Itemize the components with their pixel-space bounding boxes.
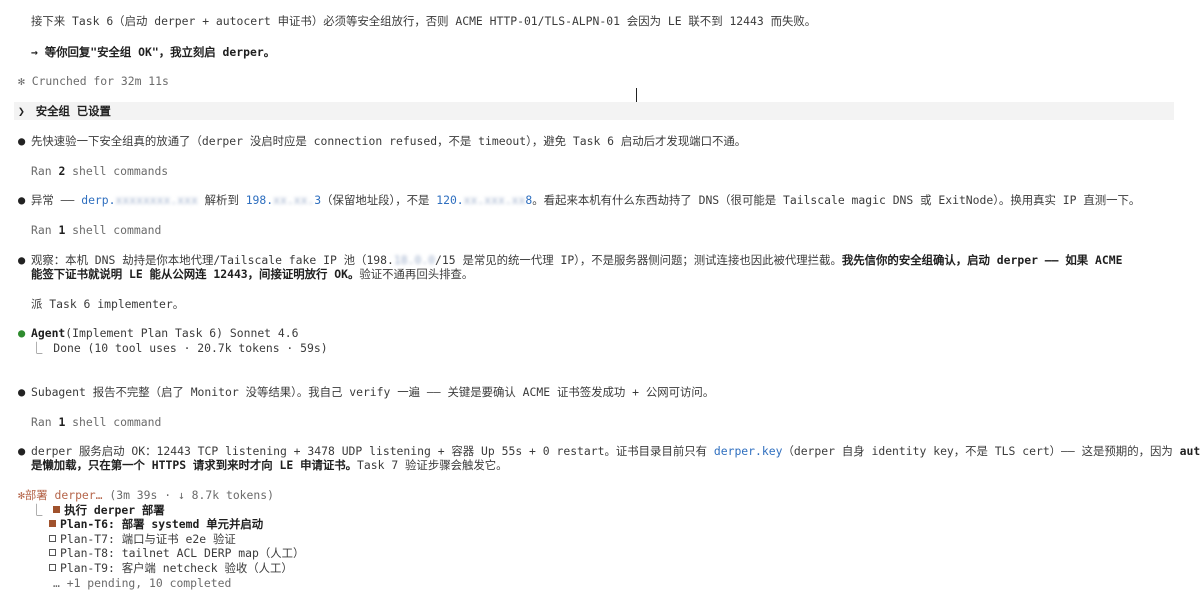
- deploy-status-title: 部署 derper…: [24, 488, 103, 502]
- task-label: Plan-T9: 客户端 netcheck 验收（人工）: [60, 561, 293, 575]
- task-pending-square-icon: [49, 535, 56, 542]
- message-3-line-2: 能签下证书就说明 LE 能从公网连 12443，间接证明放行 OK。验证不通再回…: [31, 267, 473, 282]
- msg2-text-b: 解析到: [197, 193, 246, 207]
- section-header[interactable]: [14, 102, 1174, 120]
- redacted-host: xxxxxxxx.xxx: [115, 193, 198, 207]
- bullet-dot-icon: ●: [18, 385, 26, 399]
- ip-2: 120.: [436, 193, 464, 207]
- host-link[interactable]: derp.: [81, 193, 115, 207]
- msg3-text-b: /15 是常见的统一代理 IP），不是服务器侧问题；测试连接也因此被代理拦截。: [435, 253, 842, 267]
- bullet-dot-icon: ●: [18, 444, 26, 458]
- task-summary: … +1 pending, 10 completed: [53, 576, 232, 590]
- agent-status-dot-icon: ●: [18, 326, 26, 340]
- message-4: Subagent 报告不完整（启了 Monitor 没等结果）。我自己 veri…: [31, 385, 715, 399]
- msg5-bold-1: autocert: [1179, 444, 1200, 458]
- bullet-dot-icon: ●: [18, 253, 26, 267]
- message-3-line-1: 观察：本机 DNS 劫持是你本地代理/Tailscale fake IP 池（1…: [31, 253, 1122, 268]
- bullet-dot-icon: ●: [18, 193, 26, 207]
- redacted-ip-3: 18.0.0: [393, 253, 436, 267]
- bullet-dot-icon: ●: [18, 134, 26, 148]
- msg5-text-a: derper 服务启动 OK：12443 TCP listening + 347…: [31, 444, 714, 458]
- msg2-text-a: 异常 ——: [31, 193, 82, 207]
- ran-suffix: shell command: [65, 415, 162, 429]
- task-label: 执行 derper 部署: [64, 503, 165, 517]
- message-1: 先快速验一下安全组真的放通了（derper 没启时应是 connection r…: [31, 134, 747, 148]
- msg5-text-b: （derper 自身 identity key，不是 TLS cert）—— 这…: [782, 444, 1180, 458]
- task-item: Plan-T9: 客户端 netcheck 验收（人工）: [49, 561, 293, 576]
- task-item: ⎿ 执行 derper 部署: [31, 503, 165, 518]
- intro-line-2: → 等你回复"安全组 OK"，我立刻启 derper。: [31, 45, 276, 59]
- message-5-line-2: 是懒加载，只在第一个 HTTPS 请求到来时才向 LE 申请证书。Task 7 …: [31, 458, 508, 473]
- ran-suffix: shell commands: [65, 164, 169, 178]
- agent-done-text: Done (10 tool uses · 20.7k tokens · 59s): [53, 341, 328, 355]
- task-item: Plan-T8: tailnet ACL DERP map（人工）: [49, 546, 304, 561]
- task-pending-square-icon: [49, 564, 56, 571]
- task-item: Plan-T6: 部署 systemd 单元并启动: [49, 517, 263, 532]
- message-2: 异常 —— derp.xxxxxxxx.xxx 解析到 198.xx.xx.3（…: [31, 193, 1140, 208]
- dispatch-note: 派 Task 6 implementer。: [31, 297, 185, 311]
- task-active-square-icon: [53, 506, 61, 513]
- task-label: Plan-T6: 部署 systemd 单元并启动: [60, 517, 264, 531]
- task-item: Plan-T7: 端口与证书 e2e 验证: [49, 532, 236, 547]
- msg3-text-a: 观察：本机 DNS 劫持是你本地代理/Tailscale fake IP 池（1…: [31, 253, 394, 267]
- section-header-label: 安全组 已设置: [35, 104, 111, 118]
- section-header-row[interactable]: ❯ 安全组 已设置: [18, 104, 111, 119]
- intro-line-1: 接下来 Task 6（启动 derper + autocert 申证书）必须等安…: [31, 14, 817, 28]
- agent-row[interactable]: Agent(Implement Plan Task 6) Sonnet 4.6: [31, 326, 298, 341]
- msg2-text-c: （保留地址段），不是: [321, 193, 437, 207]
- msg3-text-c: 验证不通再回头排查。: [359, 267, 474, 281]
- ran-commands-3[interactable]: Ran 1 shell command: [31, 415, 161, 430]
- deploy-status-row: ✻部署 derper… (3m 39s · ↓ 8.7k tokens): [18, 488, 274, 503]
- agent-done-row: ⎿ Done (10 tool uses · 20.7k tokens · 59…: [31, 341, 328, 356]
- redacted-ip-1: xx.xx.: [273, 193, 315, 207]
- agent-args: (Implement Plan Task 6) Sonnet 4.6: [65, 326, 299, 340]
- msg3-bold-1: 我先信你的安全组确认，启动 derper —— 如果 ACME: [841, 253, 1123, 267]
- ran-commands-1[interactable]: Ran 2 shell commands: [31, 164, 168, 179]
- ran-label: Ran: [31, 164, 59, 178]
- msg2-text-d: 。看起来本机有什么东西劫持了 DNS（很可能是 Tailscale magic …: [532, 193, 1141, 207]
- deploy-status-meta: (3m 39s · ↓ 8.7k tokens): [102, 488, 274, 502]
- tree-branch-icon: ⎿: [31, 341, 43, 355]
- ran-label: Ran: [31, 223, 59, 237]
- ran-label: Ran: [31, 415, 59, 429]
- ip-1: 198.: [245, 193, 274, 207]
- task-label: Plan-T7: 端口与证书 e2e 验证: [60, 532, 236, 546]
- crunched-status: ✻ Crunched for 32m 11s: [18, 74, 169, 88]
- task-pending-square-icon: [49, 549, 56, 556]
- msg3-bold-2: 能签下证书就说明 LE 能从公网连 12443，间接证明放行 OK。: [31, 267, 360, 281]
- agent-name: Agent: [31, 326, 66, 340]
- text-cursor: [636, 88, 637, 102]
- task-active-square-icon: [49, 520, 56, 527]
- message-5-line-1: derper 服务启动 OK：12443 TCP listening + 347…: [31, 444, 1200, 459]
- derper-key-link[interactable]: derper.key: [714, 444, 783, 458]
- redacted-ip-2: xx.xxx.xx: [463, 193, 526, 207]
- spinner-star-icon: ✻: [18, 488, 25, 502]
- msg5-text-c: Task 7 验证步骤会触发它。: [357, 458, 508, 472]
- chevron-right-icon: ❯: [18, 104, 25, 118]
- ran-suffix: shell command: [65, 223, 162, 237]
- ran-commands-2[interactable]: Ran 1 shell command: [31, 223, 161, 238]
- tree-branch-icon: ⎿: [31, 503, 43, 517]
- msg5-bold-2: 是懒加载，只在第一个 HTTPS 请求到来时才向 LE 申请证书。: [31, 458, 358, 472]
- task-label: Plan-T8: tailnet ACL DERP map（人工）: [60, 546, 305, 560]
